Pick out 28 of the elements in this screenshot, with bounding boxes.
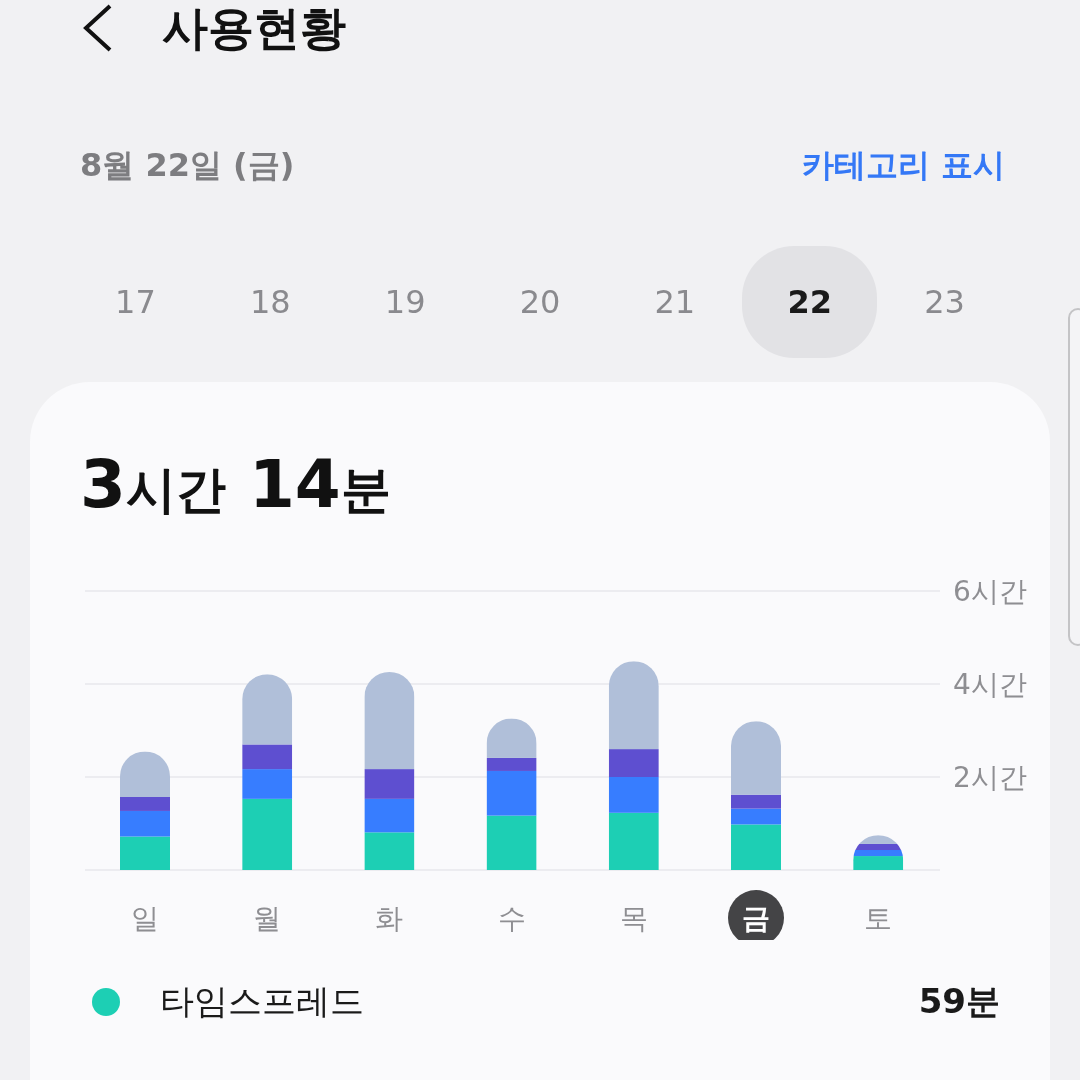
- date-tab[interactable]: 17: [68, 246, 203, 358]
- bar-segment: [486, 815, 537, 870]
- bar-segment: [364, 798, 415, 833]
- y-axis-label: 2시간: [953, 761, 1027, 794]
- date-tab[interactable]: 23: [877, 246, 1012, 358]
- page-title: 사용현황: [162, 5, 346, 51]
- x-axis-label: 토: [864, 902, 893, 935]
- y-axis-label: 4시간: [953, 668, 1027, 701]
- x-axis-label: 목: [619, 902, 648, 935]
- date-tab[interactable]: 22: [742, 246, 878, 358]
- selected-date: 8월 22일 (금): [80, 145, 295, 186]
- y-axis-label: 6시간: [953, 575, 1027, 608]
- app-name: 타임스프레드: [160, 980, 364, 1023]
- date-tab[interactable]: 19: [337, 246, 473, 358]
- date-tab[interactable]: 18: [202, 246, 338, 358]
- x-axis-label: 월: [253, 902, 282, 935]
- x-axis-label: 화: [375, 902, 404, 935]
- selected-day-marker: [728, 890, 784, 940]
- date-tab[interactable]: 21: [607, 246, 743, 358]
- category-link[interactable]: 카테고리 표시: [801, 141, 1005, 189]
- x-axis-label: 수: [497, 902, 526, 935]
- x-axis-label: 금: [742, 902, 770, 935]
- total-usage-time: 3시간 14분: [79, 452, 392, 518]
- date-tab[interactable]: 20: [472, 246, 608, 358]
- bar-segment: [364, 832, 415, 870]
- usage-time: 59분: [918, 980, 1000, 1023]
- x-axis-label: 일: [131, 902, 159, 935]
- bar-segment: [120, 836, 170, 870]
